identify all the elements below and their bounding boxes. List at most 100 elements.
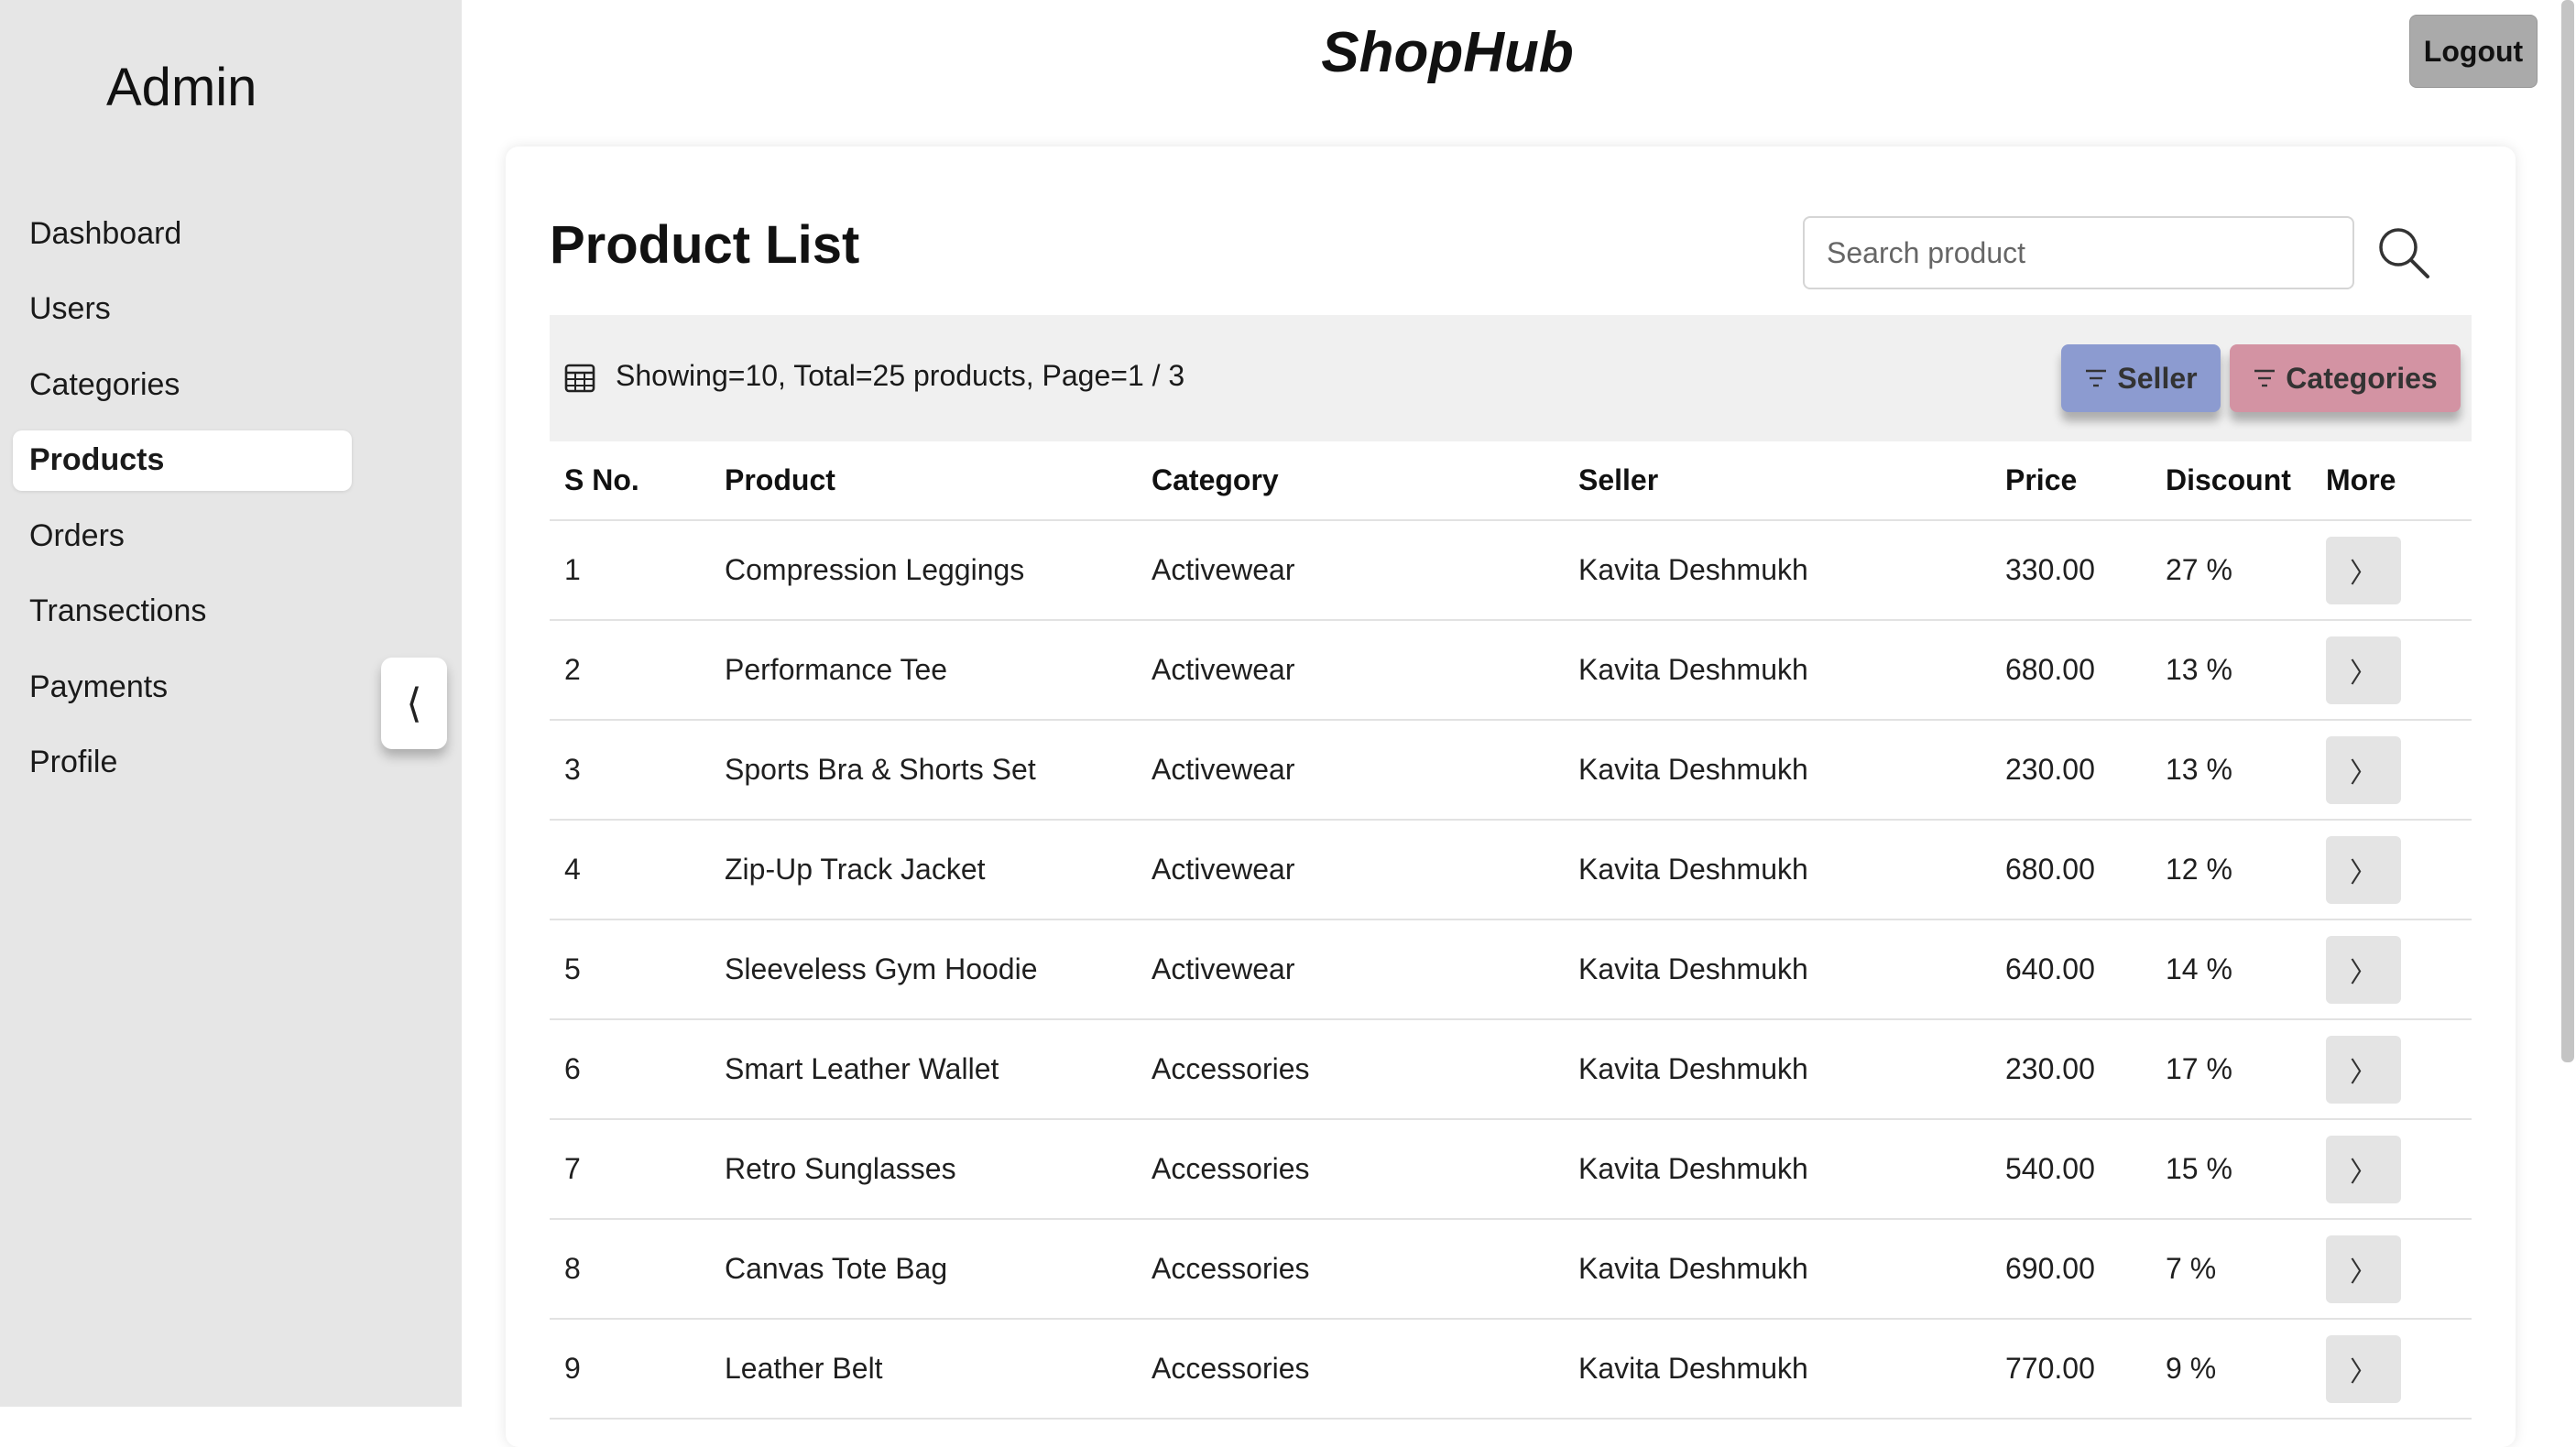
cell-product: Leather Belt <box>710 1319 1137 1420</box>
sidebar: Admin Dashboard Users Categories Product… <box>0 0 462 1407</box>
column-header-price: Price <box>1991 441 2151 521</box>
table-row: 6 Smart Leather Wallet Accessories Kavita D… <box>550 1019 2472 1120</box>
cell-product: Sleeveless Gym Hoodie <box>710 919 1137 1020</box>
cell-product: Retro Sunglasses <box>710 1119 1137 1220</box>
cell-price: 540.00 <box>1991 1119 2151 1220</box>
table-row: 4 Zip-Up Track Jacket Activewear Kavita Des… <box>550 820 2472 920</box>
categories-filter-label: Categories <box>2286 361 2438 395</box>
summary-bar: Showing=10, Total=25 products, Page=1 / … <box>550 315 2472 441</box>
app-title: ShopHub <box>1321 21 1574 84</box>
cell-sno: 3 <box>550 720 710 821</box>
column-header-sno: S No. <box>550 441 710 521</box>
chevron-right-icon: 〉 <box>2350 856 2377 889</box>
search-icon <box>2379 228 2429 278</box>
product-table: S No. Product Category Seller Price Disc… <box>550 441 2472 1420</box>
chevron-left-icon: ⟨ <box>406 680 422 727</box>
chevron-right-icon: 〉 <box>2350 1256 2377 1289</box>
column-header-discount: Discount <box>2151 441 2311 521</box>
column-header-seller: Seller <box>1564 441 1991 521</box>
cell-product: Zip-Up Track Jacket <box>710 820 1137 920</box>
table-row: 5 Sleeveless Gym Hoodie Activewear Kavita D… <box>550 919 2472 1020</box>
search-button[interactable] <box>2367 218 2440 288</box>
more-button[interactable]: 〉 <box>2326 636 2401 704</box>
cell-discount: 13 % <box>2151 620 2311 721</box>
sidebar-item-orders[interactable]: Orders <box>13 506 352 566</box>
sidebar-item-transections[interactable]: Transections <box>13 582 352 642</box>
table-icon <box>564 364 595 393</box>
cell-discount: 9 % <box>2151 1319 2311 1420</box>
table-body: 1 Compression Leggings Activewear Kavita De… <box>550 520 2472 1420</box>
more-button[interactable]: 〉 <box>2326 1334 2401 1403</box>
cell-discount: 17 % <box>2151 1019 2311 1120</box>
cell-category: Accessories <box>1137 1119 1564 1220</box>
cell-more: 〉 <box>2311 919 2472 1020</box>
cell-product: Performance Tee <box>710 620 1137 721</box>
column-header-product: Product <box>710 441 1137 521</box>
table-row: 1 Compression Leggings Activewear Kavita De… <box>550 520 2472 621</box>
table-row: 3 Sports Bra & Shorts Set Activewear Kavita… <box>550 720 2472 821</box>
sidebar-item-payments[interactable]: Payments <box>13 657 352 717</box>
filter-icon <box>2254 369 2276 387</box>
chevron-right-icon: 〉 <box>2350 756 2377 789</box>
sidebar-item-dashboard[interactable]: Dashboard <box>13 203 352 264</box>
cell-more: 〉 <box>2311 820 2472 920</box>
logout-button[interactable]: Logout <box>2409 15 2538 88</box>
more-button[interactable]: 〉 <box>2326 835 2401 904</box>
more-button[interactable]: 〉 <box>2326 1135 2401 1203</box>
cell-seller: Kavita Deshmukh <box>1564 820 1991 920</box>
cell-category: Accessories <box>1137 1019 1564 1120</box>
cell-discount: 27 % <box>2151 520 2311 621</box>
categories-filter-button[interactable]: Categories <box>2230 344 2461 412</box>
column-header-more: More <box>2311 441 2472 521</box>
sidebar-item-users[interactable]: Users <box>13 279 352 340</box>
table-row: 9 Leather Belt Accessories Kavita Deshmukh 7… <box>550 1319 2472 1420</box>
cell-price: 230.00 <box>1991 1019 2151 1120</box>
cell-price: 330.00 <box>1991 520 2151 621</box>
sidebar-item-products[interactable]: Products <box>13 430 352 491</box>
cell-category: Accessories <box>1137 1219 1564 1320</box>
more-button[interactable]: 〉 <box>2326 1035 2401 1104</box>
more-button[interactable]: 〉 <box>2326 1235 2401 1303</box>
cell-category: Activewear <box>1137 520 1564 621</box>
cell-sno: 9 <box>550 1319 710 1420</box>
more-button[interactable]: 〉 <box>2326 935 2401 1004</box>
cell-category: Activewear <box>1137 720 1564 821</box>
cell-product: Canvas Tote Bag <box>710 1219 1137 1320</box>
collapse-sidebar-button[interactable]: ⟨ <box>381 658 447 749</box>
cell-seller: Kavita Deshmukh <box>1564 1019 1991 1120</box>
cell-more: 〉 <box>2311 1219 2472 1320</box>
search-input[interactable] <box>1803 216 2354 289</box>
cell-seller: Kavita Deshmukh <box>1564 1119 1991 1220</box>
cell-discount: 14 % <box>2151 919 2311 1020</box>
cell-more: 〉 <box>2311 520 2472 621</box>
cell-more: 〉 <box>2311 1319 2472 1420</box>
cell-price: 640.00 <box>1991 919 2151 1020</box>
more-button[interactable]: 〉 <box>2326 536 2401 604</box>
sidebar-item-categories[interactable]: Categories <box>13 354 352 415</box>
seller-filter-button[interactable]: Seller <box>2061 344 2221 412</box>
column-header-category: Category <box>1137 441 1564 521</box>
cell-seller: Kavita Deshmukh <box>1564 520 1991 621</box>
cell-sno: 4 <box>550 820 710 920</box>
product-list-card: Product List Showing=10, Total=25 produc… <box>506 147 2516 1447</box>
seller-filter-label: Seller <box>2117 361 2198 395</box>
cell-more: 〉 <box>2311 1019 2472 1120</box>
cell-category: Activewear <box>1137 620 1564 721</box>
table-row: 7 Retro Sunglasses Accessories Kavita Deshm… <box>550 1119 2472 1220</box>
summary-text: Showing=10, Total=25 products, Page=1 / … <box>616 359 1185 392</box>
chevron-right-icon: 〉 <box>2350 1056 2377 1089</box>
cell-product: Compression Leggings <box>710 520 1137 621</box>
cell-sno: 7 <box>550 1119 710 1220</box>
cell-price: 230.00 <box>1991 720 2151 821</box>
cell-more: 〉 <box>2311 1119 2472 1220</box>
cell-discount: 13 % <box>2151 720 2311 821</box>
cell-price: 680.00 <box>1991 620 2151 721</box>
sidebar-nav: Dashboard Users Categories Products Orde… <box>13 203 352 808</box>
scrollbar-thumb[interactable] <box>2561 0 2574 1062</box>
more-button[interactable]: 〉 <box>2326 735 2401 804</box>
cell-seller: Kavita Deshmukh <box>1564 720 1991 821</box>
sidebar-item-profile[interactable]: Profile <box>13 733 352 793</box>
cell-sno: 5 <box>550 919 710 1020</box>
cell-sno: 6 <box>550 1019 710 1120</box>
table-header-row: S No. Product Category Seller Price Disc… <box>550 441 2472 521</box>
